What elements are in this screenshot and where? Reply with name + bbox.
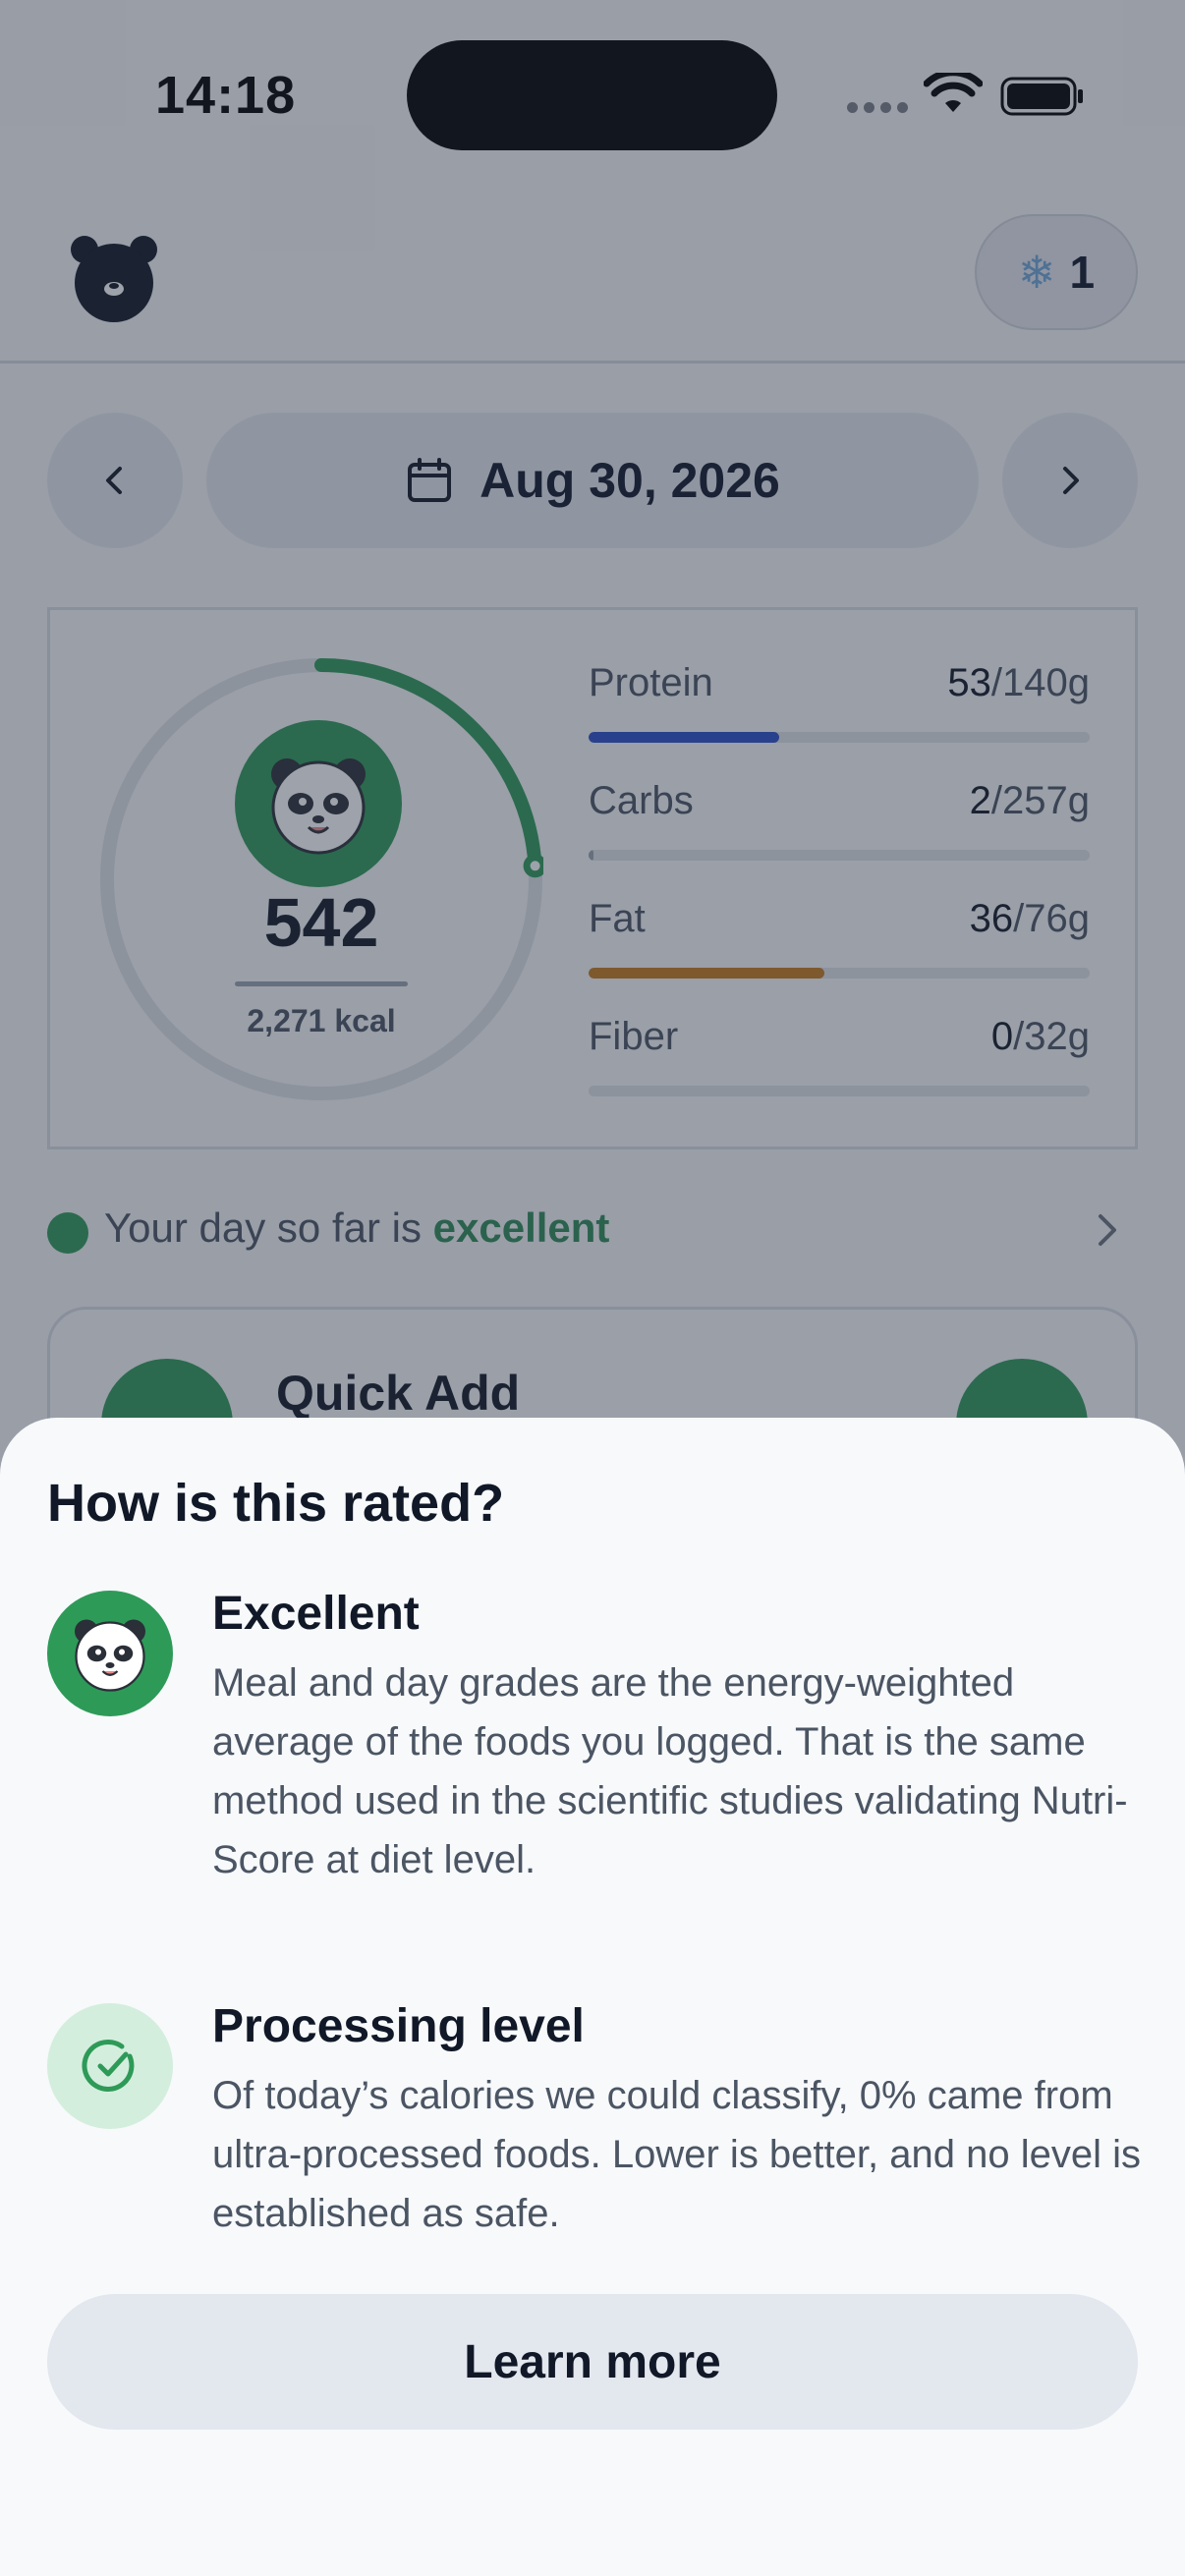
panda-grade-icon: [47, 1591, 173, 1716]
info-title: Excellent: [212, 1588, 420, 1640]
info-body: Of today’s calories we could classify, 0…: [212, 2074, 1141, 2235]
sheet-title: How is this rated?: [47, 1474, 505, 1533]
info-row-processing: Processing level Of today’s calories we …: [47, 1999, 1141, 2265]
info-title: Processing level: [212, 2000, 585, 2052]
info-body: Meal and day grades are the energy-weigh…: [212, 1661, 1128, 1881]
panda-face-icon: [75, 1619, 145, 1692]
learn-more-button[interactable]: Learn more: [47, 2294, 1138, 2430]
info-row-excellent: Excellent Meal and day grades are the en…: [47, 1587, 1138, 1940]
rating-info-sheet: How is this rated? Excellent Meal and da…: [0, 1418, 1185, 2576]
check-circle-icon: [47, 2003, 173, 2129]
